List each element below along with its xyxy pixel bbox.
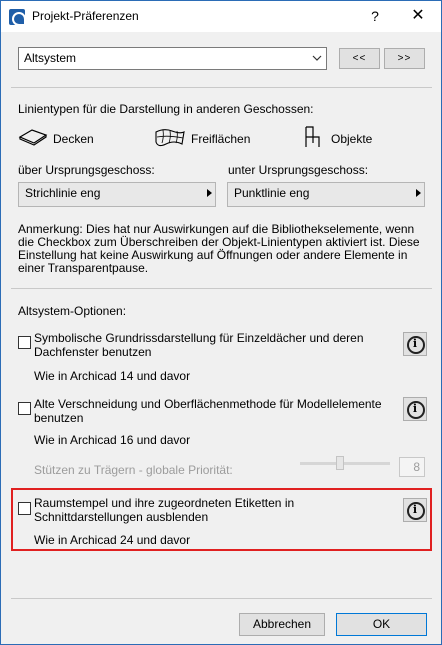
option-legacy-intersection-info-button[interactable]: i (403, 397, 427, 421)
cancel-button[interactable]: Abbrechen (239, 613, 325, 636)
option-legacy-intersection-checkbox[interactable] (18, 402, 31, 415)
above-story-label: über Ursprungsgeschoss: (18, 163, 155, 177)
column-beam-priority-slider-thumb[interactable] (336, 456, 345, 470)
option-legacy-intersection-note: Wie in Archicad 16 und davor (34, 433, 191, 447)
below-story-linetype-popup[interactable]: Punktlinie eng (227, 182, 425, 207)
preset-dropdown-value: Altsystem (24, 51, 77, 65)
previous-preset-button[interactable]: << (339, 48, 380, 69)
option-roof-symbolic-label: Symbolische Grundrissdarstellung für Ein… (34, 331, 364, 359)
popup-arrow-icon (416, 189, 421, 197)
chevron-down-icon (312, 48, 322, 77)
option-roof-symbolic-checkbox[interactable] (18, 336, 31, 349)
linetype-item-label: Freiflächen (191, 132, 251, 146)
help-button[interactable]: ? (363, 5, 387, 27)
below-story-linetype-value: Punktlinie eng (234, 186, 310, 200)
column-beam-priority-label: Stützen zu Trägern - globale Priorität: (34, 463, 233, 477)
separator (11, 288, 432, 289)
linetype-item-label: Objekte (331, 132, 373, 146)
chair-icon (305, 126, 320, 147)
slab-icon (18, 129, 48, 146)
linetypes-heading: Linientypen für die Darstellung in ander… (18, 102, 314, 116)
title-bar: Projekt-Präferenzen ? ✕ (1, 1, 441, 32)
separator (11, 598, 432, 599)
project-preferences-dialog: Projekt-Präferenzen ? ✕ Altsystem << >> … (0, 0, 442, 645)
preset-dropdown[interactable]: Altsystem (18, 47, 327, 70)
column-beam-priority-input[interactable]: 8 (399, 457, 425, 477)
linetype-item-label: Decken (53, 132, 94, 146)
window-title: Projekt-Präferenzen (32, 9, 139, 23)
mesh-icon (155, 129, 185, 147)
archicad-app-icon (9, 9, 26, 26)
option-legacy-intersection-label: Alte Verschneidung und Oberflächenmethod… (34, 397, 382, 425)
legacy-options-heading: Altsystem-Optionen: (18, 304, 127, 318)
column-beam-priority-slider-track[interactable] (300, 462, 390, 465)
option-hide-zone-stamps-info-button[interactable]: i (403, 498, 427, 522)
above-story-linetype-popup[interactable]: Strichlinie eng (18, 182, 216, 207)
below-story-label: unter Ursprungsgeschoss: (228, 163, 369, 177)
option-roof-symbolic-info-button[interactable]: i (403, 332, 427, 356)
option-hide-zone-stamps-label: Raumstempel und ihre zugeordneten Etiket… (34, 496, 295, 524)
close-button[interactable]: ✕ (403, 5, 433, 27)
above-story-linetype-value: Strichlinie eng (25, 186, 101, 200)
ok-button[interactable]: OK (336, 613, 427, 636)
option-hide-zone-stamps-checkbox[interactable] (18, 502, 31, 515)
next-preset-button[interactable]: >> (384, 48, 425, 69)
option-roof-symbolic-note: Wie in Archicad 14 und davor (34, 369, 191, 383)
linetypes-note: Anmerkung: Dies hat nur Auswirkungen auf… (18, 222, 420, 275)
option-hide-zone-stamps-note: Wie in Archicad 24 und davor (34, 533, 191, 547)
separator (11, 87, 432, 88)
popup-arrow-icon (207, 189, 212, 197)
